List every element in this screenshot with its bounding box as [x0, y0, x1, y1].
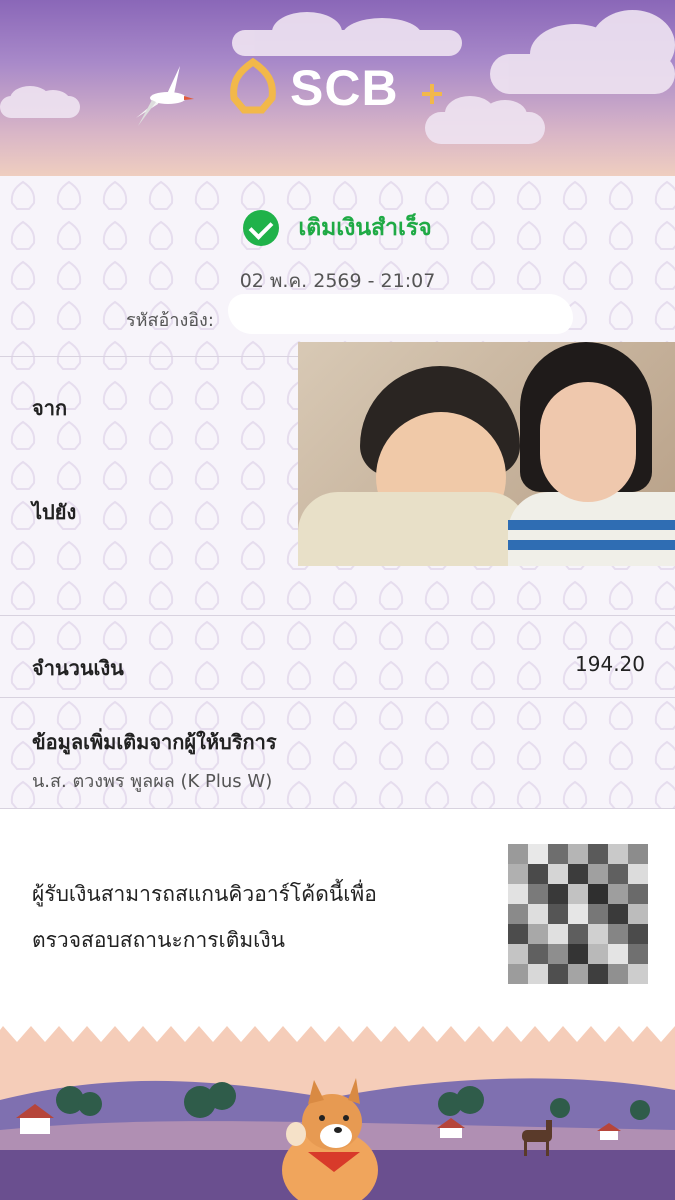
photo-person: [508, 540, 675, 550]
provider-value: น.ส. ตวงพร พูลผล (K Plus W): [32, 771, 273, 792]
qr-note-line1: ผู้รับเงินสามารถสแกนคิวอาร์โค้ดนี้เพื่อ: [32, 882, 377, 906]
scb-logo-icon: [230, 58, 276, 114]
amount-value: 194.20: [575, 652, 645, 676]
zigzag-edge: [0, 1020, 675, 1050]
cloud-decoration: [0, 86, 80, 118]
status-row: เติมเงินสำเร็จ: [0, 210, 675, 246]
provider-label: ข้อมูลเพิ่มเติมจากผู้ให้บริการ: [32, 730, 277, 754]
status-title: เติมเงินสำเร็จ: [298, 215, 432, 241]
scb-logo-text: SCB: [290, 60, 399, 116]
bird-icon: [136, 66, 194, 126]
scb-logo: SCB: [226, 58, 456, 118]
divider: [0, 697, 675, 698]
to-label: ไปยัง: [32, 500, 77, 524]
cloud-decoration: [490, 10, 675, 94]
cloud-decoration: [232, 12, 462, 56]
amount-label: จำนวนเงิน: [32, 656, 124, 680]
photo-person: [298, 492, 528, 566]
photo-person: [540, 382, 636, 502]
reference-label: รหัสอ้างอิง:: [126, 310, 214, 331]
header-banner: SCB: [0, 0, 675, 178]
redaction-mask: [228, 294, 573, 334]
check-circle-icon: [243, 210, 280, 246]
photo-person: [508, 520, 675, 530]
transaction-datetime: 02 พ.ค. 2569 - 21:07: [239, 270, 436, 292]
overlay-photo: [298, 342, 675, 566]
footer-illustration: [0, 1020, 675, 1200]
divider: [0, 615, 675, 616]
qr-code[interactable]: [508, 844, 648, 984]
plus-icon: [422, 84, 442, 104]
qr-note-line2: ตรวจสอบสถานะการเติมเงิน: [32, 928, 285, 952]
receipt-card: เติมเงินสำเร็จ 02 พ.ค. 2569 - 21:07 รหัส…: [0, 176, 675, 1046]
landscape-scene: [0, 1078, 675, 1200]
from-label: จาก: [32, 396, 68, 420]
